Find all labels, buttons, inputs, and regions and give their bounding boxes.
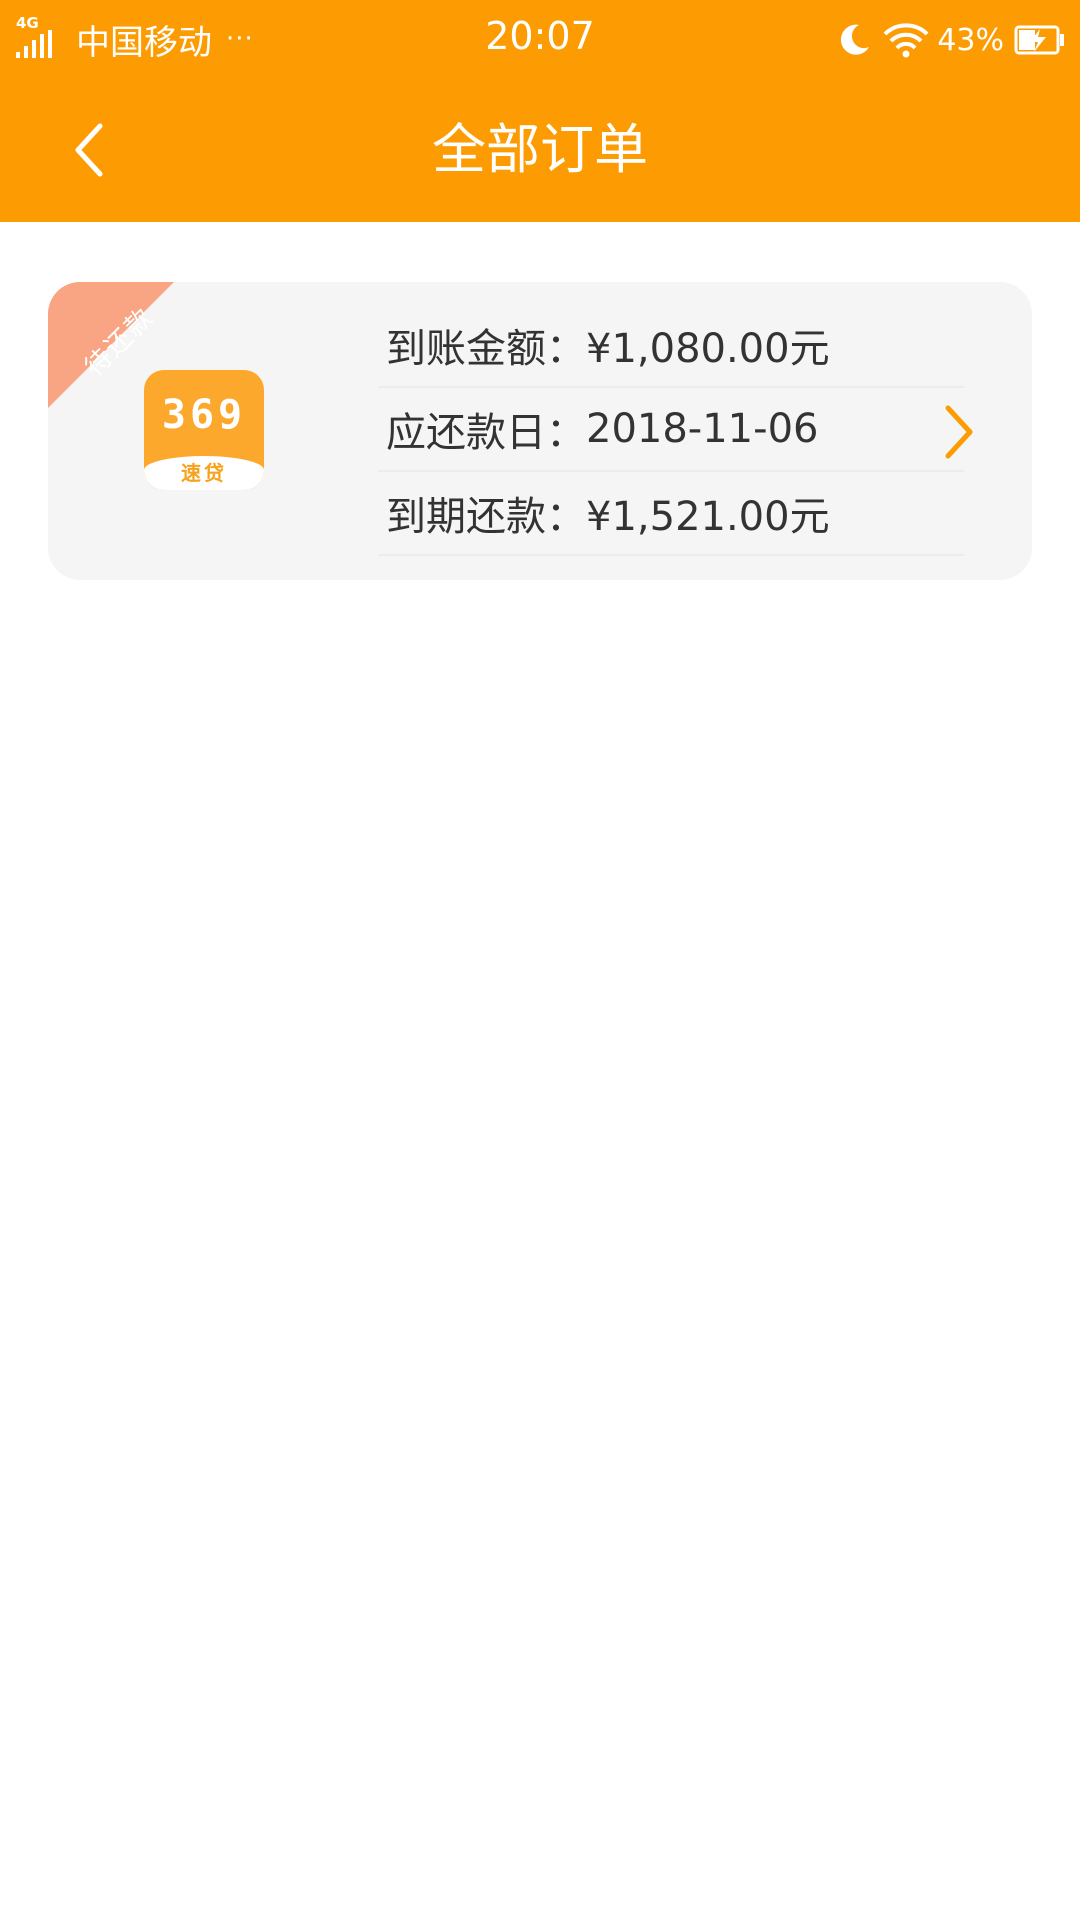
battery-charging-icon (1014, 25, 1064, 55)
status-right: 43% (837, 18, 1066, 62)
lender-logo: 369 速贷 (144, 370, 264, 490)
page-title: 全部订单 (432, 118, 648, 181)
repayment-amount-row: 到期还款： ¥1,521.00元 (378, 472, 964, 556)
due-date-row: 应还款日： 2018-11-06 (378, 388, 964, 472)
logo-word: 速贷 (181, 461, 227, 485)
status-bar: 4G 中国移动 ··· 20:07 43% (0, 0, 1080, 78)
chevron-right-icon[interactable] (938, 402, 978, 462)
order-card[interactable]: 待还款 369 速贷 到账金额： ¥1,080.00元 应还款日： 2018-1… (48, 282, 1032, 580)
received-amount-value: ¥1,080.00元 (586, 326, 830, 372)
due-date-value: 2018-11-06 (586, 406, 819, 452)
logo-digits: 369 (161, 392, 247, 438)
repayment-amount-label: 到期还款： (386, 494, 586, 540)
repayment-amount-value: ¥1,521.00元 (586, 494, 830, 540)
due-date-label: 应还款日： (386, 410, 586, 456)
moon-icon (841, 24, 870, 55)
received-amount-label: 到账金额： (386, 326, 586, 372)
navigation-bar: 全部订单 (0, 78, 1080, 222)
battery-percent: 43% (937, 22, 1004, 58)
wifi-icon (883, 23, 929, 58)
received-amount-row: 到账金额： ¥1,080.00元 (378, 304, 964, 388)
order-details: 到账金额： ¥1,080.00元 应还款日： 2018-11-06 到期还款： … (378, 304, 964, 556)
